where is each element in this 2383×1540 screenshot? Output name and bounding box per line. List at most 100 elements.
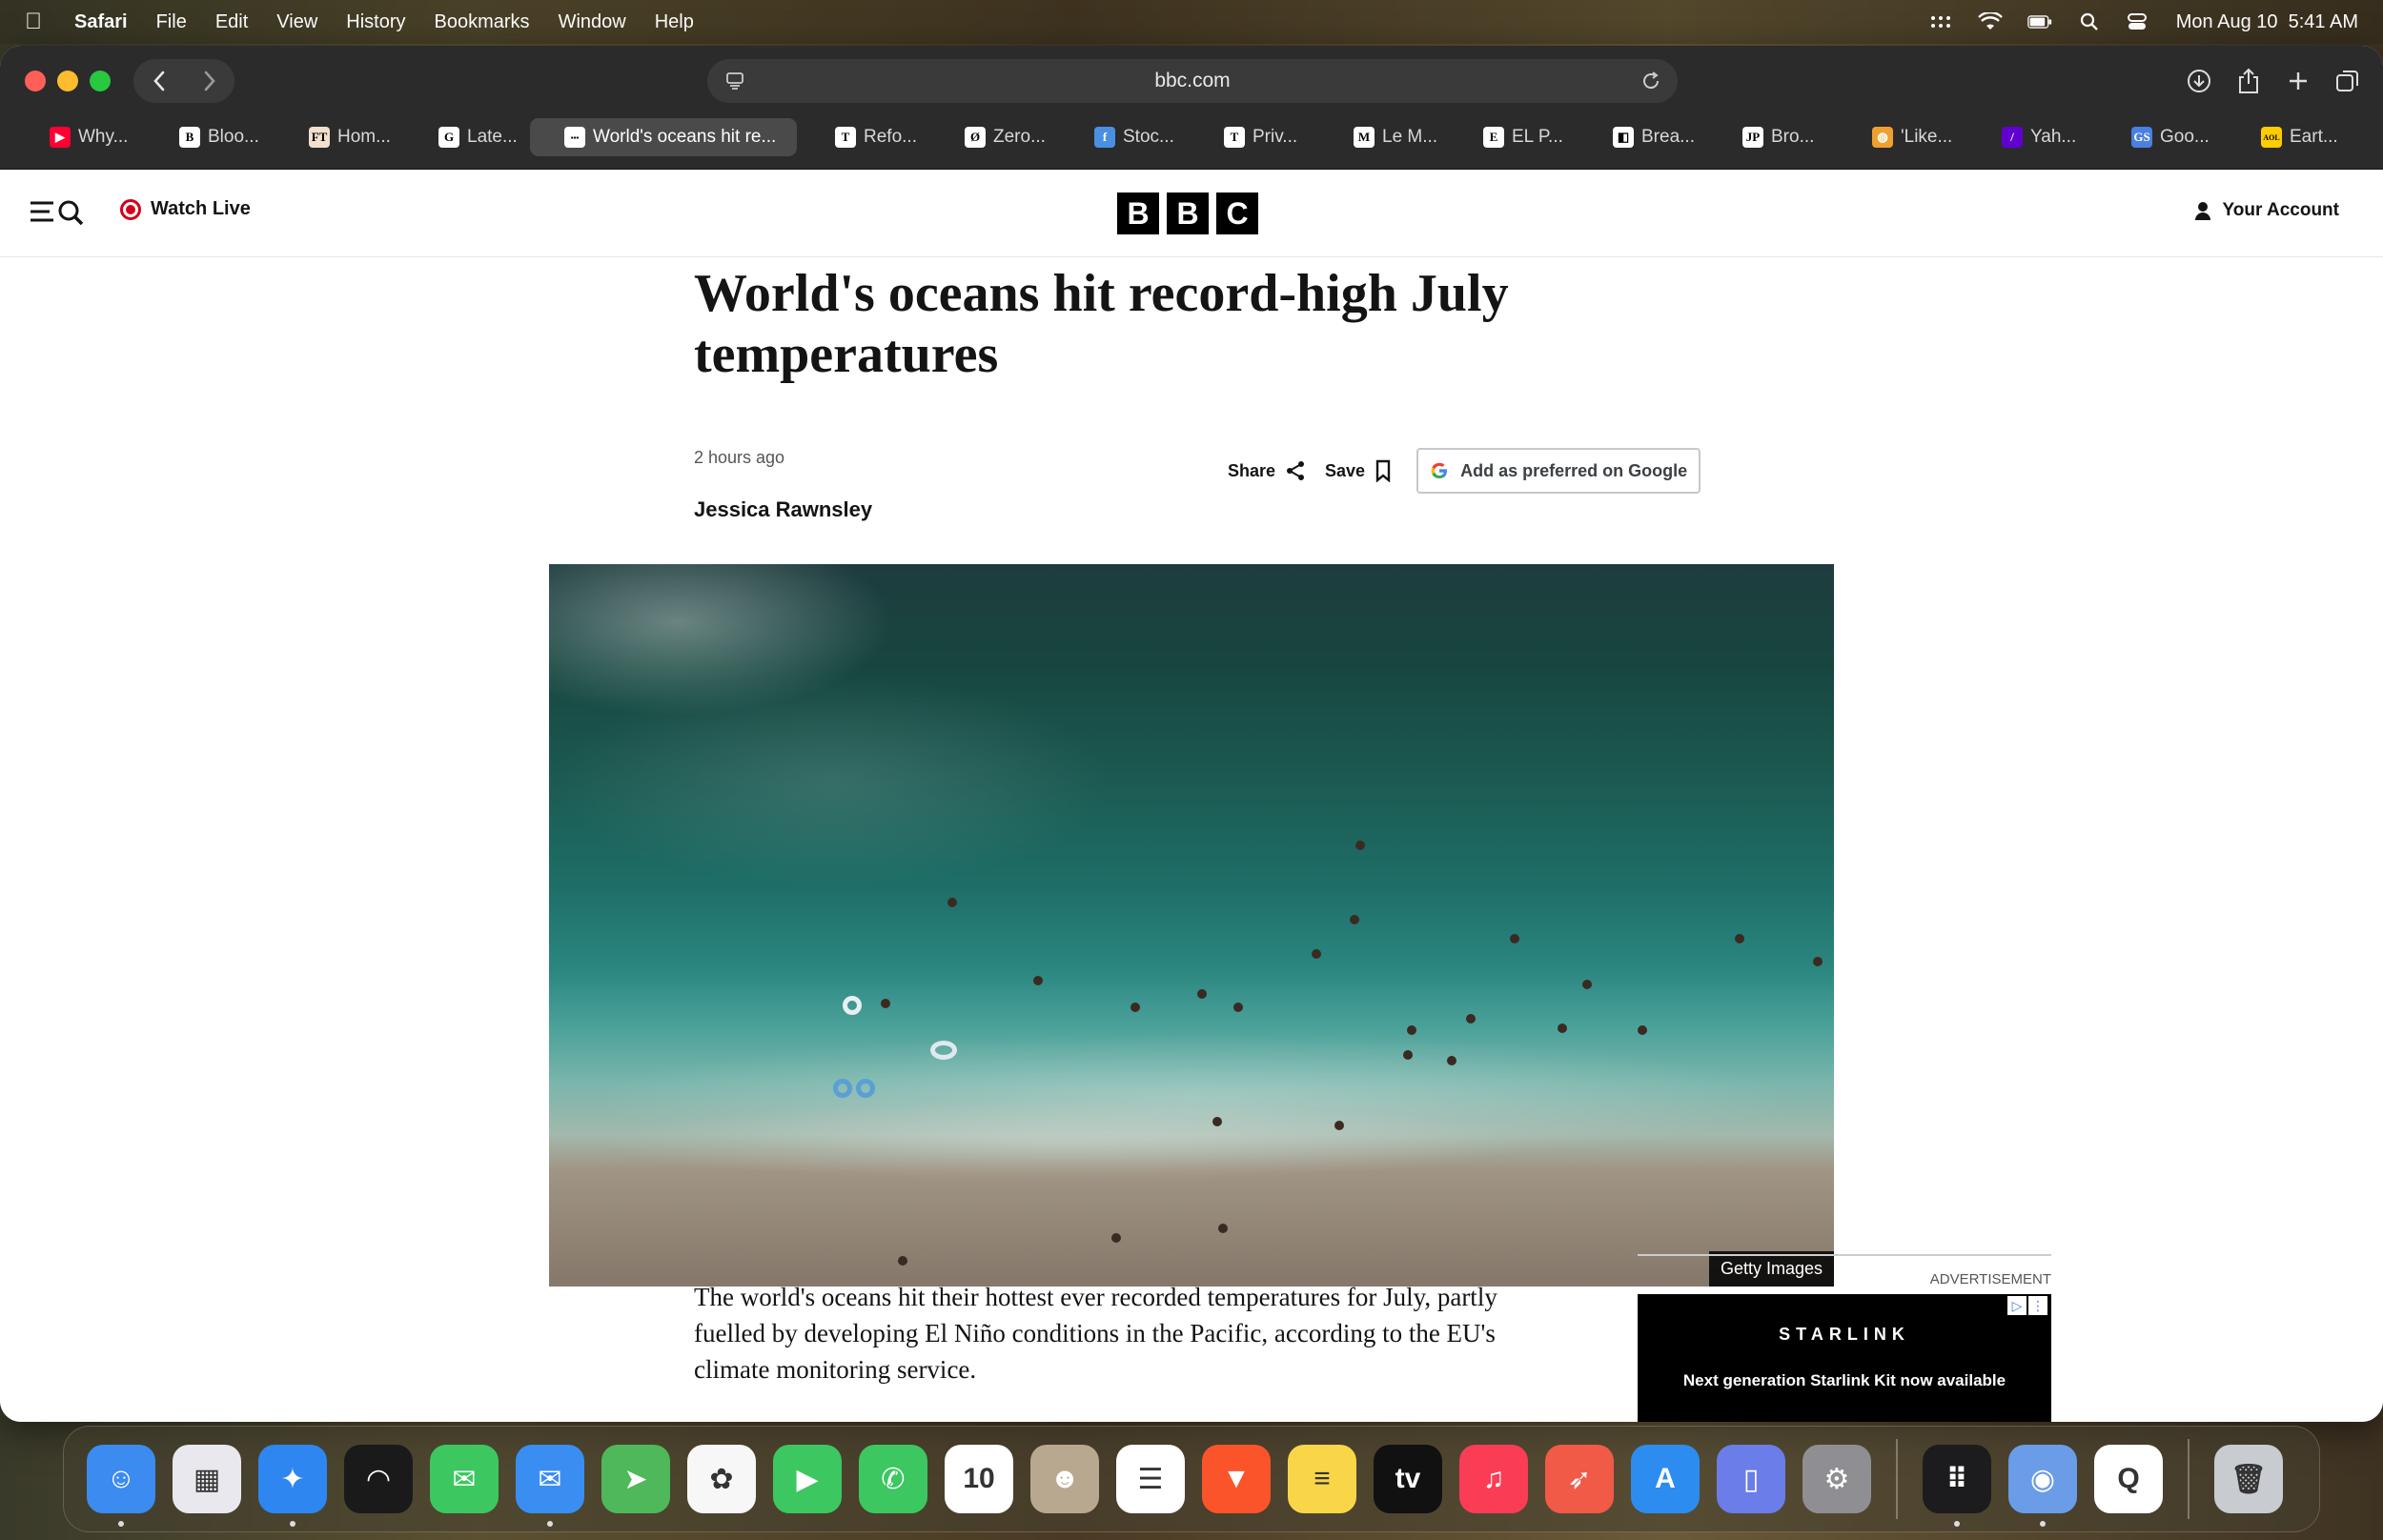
menu-window[interactable]: Window [559, 11, 626, 33]
share-label: Share [1228, 460, 1276, 480]
simulator-icon[interactable]: ▯ [1717, 1445, 1785, 1513]
disk-utility-icon[interactable]: ◉ [2008, 1445, 2077, 1527]
menubar-clock[interactable]: Mon Aug 10 5:41 AM [2176, 11, 2358, 33]
browser-tab[interactable]: Ø Zero... [927, 118, 1056, 156]
control-center-icon[interactable] [2127, 11, 2151, 32]
menu-history[interactable]: History [346, 11, 405, 33]
tab-overview-icon[interactable] [2333, 67, 2362, 95]
apps-grid-icon[interactable]: ⠿ [1923, 1445, 1991, 1527]
mail-icon[interactable]: ✉ [516, 1445, 584, 1527]
apple-tv-icon[interactable]: tv [1374, 1445, 1442, 1513]
brave-icon[interactable]: ▼ [1202, 1445, 1271, 1513]
save-button[interactable]: Save [1325, 459, 1392, 482]
browser-tab[interactable]: E EL P... [1445, 118, 1575, 156]
browser-tab[interactable]: M Le M... [1315, 118, 1445, 156]
lemonde-icon: M [1354, 127, 1375, 148]
bbc-logo[interactable]: B B C [1117, 192, 1258, 234]
browser-tab-label: Priv... [1253, 127, 1298, 147]
swimmer [1212, 1117, 1222, 1126]
share-icon[interactable] [2234, 67, 2263, 95]
contacts-icon[interactable]: ☻ [1030, 1445, 1099, 1513]
reload-icon[interactable] [1640, 70, 1662, 98]
guardian-icon: G [438, 127, 459, 148]
podcasts-wave-icon[interactable]: ◠ [344, 1445, 413, 1513]
close-window-button[interactable] [25, 71, 46, 91]
advertisement[interactable]: ADVERTISEMENT ▷ ⋮ STARLINK Next generati… [1638, 1254, 2051, 1422]
add-preferred-google-button[interactable]: Add as preferred on Google [1416, 448, 1701, 494]
menu-help[interactable]: Help [655, 11, 694, 33]
browser-tab-label: 'Like... [1901, 127, 1953, 147]
safari-icon[interactable]: ✦ [258, 1445, 327, 1527]
app-store-icon[interactable]: A [1631, 1445, 1700, 1513]
browser-tab[interactable]: ◍ 'Like... [1834, 118, 1964, 156]
back-button[interactable] [133, 59, 184, 103]
bbc-logo-letter: B [1167, 192, 1209, 234]
address-bar[interactable]: bbc.com [707, 59, 1678, 103]
apple-menu-icon[interactable]:  [25, 9, 61, 35]
rocket-icon[interactable]: ➶ [1545, 1445, 1614, 1513]
swimmer [881, 999, 890, 1008]
ad-options-icon[interactable]: ⋮ [2028, 1296, 2047, 1315]
url-text[interactable]: bbc.com [1154, 70, 1230, 92]
menu-app-safari[interactable]: Safari [74, 11, 128, 33]
calendar-icon[interactable]: 10 [945, 1445, 1013, 1513]
your-account-link[interactable]: Your Account [2194, 200, 2339, 221]
forward-button[interactable] [184, 59, 234, 103]
battery-icon[interactable] [2027, 11, 2052, 32]
browser-tab-label: World's oceans hit re... [593, 127, 777, 147]
menu-edit[interactable]: Edit [215, 11, 248, 33]
article-author[interactable]: Jessica Rawnsley [694, 497, 872, 522]
new-tab-plus-icon[interactable] [2284, 67, 2312, 95]
browser-tab[interactable]: B Bloo... [141, 118, 271, 156]
photos-icon[interactable]: ✿ [687, 1445, 756, 1513]
browser-tab[interactable]: ◧ Brea... [1575, 118, 1704, 156]
downloads-icon[interactable] [2185, 67, 2213, 95]
watch-live-link[interactable]: Watch Live [120, 198, 251, 220]
browser-tab[interactable]: AOL Eart... [2223, 118, 2352, 156]
browser-tab[interactable]: FT Hom... [271, 118, 400, 156]
swimmer [947, 898, 957, 907]
wifi-icon[interactable] [1977, 11, 2003, 32]
fullscreen-window-button[interactable] [90, 71, 111, 91]
menu-file[interactable]: File [156, 11, 187, 33]
menu-bookmarks[interactable]: Bookmarks [435, 11, 530, 33]
maps-icon[interactable]: ➤ [601, 1445, 670, 1513]
browser-tab[interactable]: / Yah... [1964, 118, 2093, 156]
status-dots-icon[interactable] [1928, 11, 1953, 32]
spotlight-search-icon[interactable] [2077, 11, 2102, 32]
quicktime-icon[interactable]: Q [2094, 1445, 2163, 1513]
reminders-icon[interactable]: ☰ [1116, 1445, 1185, 1513]
minimize-window-button[interactable] [57, 71, 78, 91]
browser-tab[interactable]: ▶ Why... [11, 118, 141, 156]
trash-icon[interactable]: 🗑 [2214, 1445, 2283, 1513]
share-button[interactable]: Share [1228, 460, 1306, 481]
swimmer [1407, 1025, 1416, 1035]
browser-tab[interactable]: T Priv... [1186, 118, 1315, 156]
article-headline: World's oceans hit record-high July temp… [694, 264, 1509, 384]
yahoo-icon: / [2002, 127, 2023, 148]
starlink-ad[interactable]: ▷ ⋮ STARLINK Next generation Starlink Ki… [1638, 1294, 2051, 1422]
system-settings-icon[interactable]: ⚙ [1803, 1445, 1871, 1513]
watch-live-label: Watch Live [151, 198, 251, 219]
swimmer [1582, 980, 1592, 989]
phone-icon[interactable]: ✆ [859, 1445, 927, 1513]
browser-tab[interactable]: GS Goo... [2093, 118, 2223, 156]
browser-tab[interactable]: T Refo... [797, 118, 927, 156]
facetime-icon[interactable]: ▶ [773, 1445, 842, 1513]
ad-choices-icon[interactable]: ▷ [2007, 1296, 2027, 1315]
menu-view[interactable]: View [276, 11, 317, 33]
finder-icon[interactable]: ☺ [87, 1445, 155, 1527]
music-icon[interactable]: ♫ [1459, 1445, 1528, 1513]
browser-tab[interactable]: G Late... [400, 118, 530, 156]
browser-tab[interactable]: f Stoc... [1056, 118, 1186, 156]
ad-choices[interactable]: ▷ ⋮ [2007, 1296, 2047, 1315]
launchpad-icon[interactable]: ▦ [173, 1445, 241, 1513]
page-menu-icon[interactable] [724, 71, 745, 97]
menu-search-button[interactable] [29, 196, 90, 227]
browser-tab[interactable]: ▪▪▪ World's oceans hit re... [530, 118, 797, 156]
browser-tab[interactable]: JP Bro... [1704, 118, 1834, 156]
messages-icon[interactable]: ✉ [430, 1445, 499, 1513]
notes-icon[interactable]: ≡ [1288, 1445, 1356, 1513]
google-g-icon [1431, 462, 1448, 478]
telegraph-icon: T [835, 127, 856, 148]
